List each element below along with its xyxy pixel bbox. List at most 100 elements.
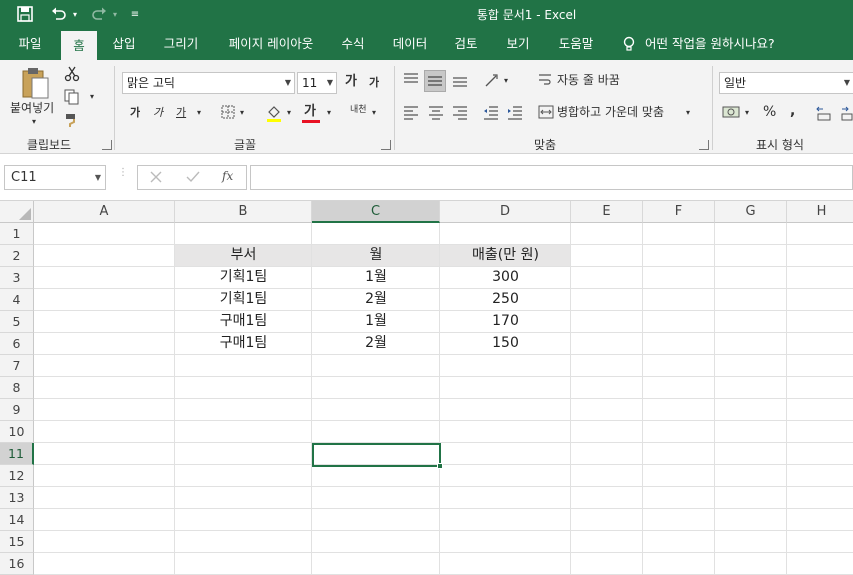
borders-dropdown-icon[interactable]: ▾ <box>240 109 244 117</box>
row-header-16[interactable]: 16 <box>0 553 34 575</box>
font-launcher-icon[interactable] <box>381 140 391 150</box>
cell-d6[interactable]: 150 <box>440 333 571 354</box>
row-header-9[interactable]: 9 <box>0 399 34 421</box>
select-all-corner[interactable] <box>0 201 34 223</box>
column-header-g[interactable]: G <box>715 201 787 223</box>
active-cell-c11[interactable] <box>312 443 441 467</box>
cell-b2[interactable]: 부서 <box>175 245 312 266</box>
name-box[interactable]: C11 ▼ <box>4 165 106 190</box>
align-bottom-icon[interactable] <box>452 72 468 88</box>
cell-d4[interactable]: 250 <box>440 289 571 310</box>
align-left-icon[interactable] <box>403 104 419 120</box>
format-painter-icon[interactable] <box>64 112 80 128</box>
cut-icon[interactable] <box>64 66 80 82</box>
copy-icon[interactable] <box>64 89 80 105</box>
accounting-format-icon[interactable] <box>722 104 740 120</box>
tell-me-search[interactable]: 어떤 작업을 원하시나요? <box>645 28 795 60</box>
grow-font-button[interactable]: 가 <box>345 75 357 88</box>
underline-button[interactable]: 가 <box>176 107 186 118</box>
decrease-indent-icon[interactable] <box>483 104 499 120</box>
decrease-decimal-icon[interactable] <box>840 104 853 122</box>
clipboard-launcher-icon[interactable] <box>102 140 112 150</box>
cell-d2[interactable]: 매출(만 원) <box>440 245 571 266</box>
merge-dropdown-icon[interactable]: ▾ <box>686 109 690 117</box>
row-header-13[interactable]: 13 <box>0 487 34 509</box>
cell-d5[interactable]: 170 <box>440 311 571 332</box>
cell-c5[interactable]: 1월 <box>312 311 440 332</box>
column-header-d[interactable]: D <box>440 201 571 223</box>
alignment-launcher-icon[interactable] <box>699 140 709 150</box>
shrink-font-button[interactable]: 가 <box>369 77 379 88</box>
row-header-4[interactable]: 4 <box>0 289 34 311</box>
row-header-8[interactable]: 8 <box>0 377 34 399</box>
fill-handle[interactable] <box>437 463 443 469</box>
paste-button[interactable]: 붙여넣기 <box>10 102 54 114</box>
italic-button[interactable]: 가 <box>153 107 163 118</box>
bold-button[interactable]: 가 <box>130 107 140 118</box>
cell-d3[interactable]: 300 <box>440 267 571 288</box>
font-color-dropdown-icon[interactable]: ▾ <box>327 109 331 117</box>
cell-c3[interactable]: 1월 <box>312 267 440 288</box>
wrap-text-button[interactable]: 자동 줄 바꿈 <box>557 74 620 86</box>
phonetic-guide-button[interactable]: 내천 <box>350 106 367 115</box>
tab-page-layout[interactable]: 페이지 레이아웃 <box>221 28 321 60</box>
row-header-5[interactable]: 5 <box>0 311 34 333</box>
cell-c4[interactable]: 2월 <box>312 289 440 310</box>
orientation-icon[interactable] <box>484 72 500 88</box>
row-header-10[interactable]: 10 <box>0 421 34 443</box>
tab-data[interactable]: 데이터 <box>386 28 434 60</box>
merge-center-button[interactable]: 병합하고 가운데 맞춤 <box>557 106 664 118</box>
tab-home[interactable]: 홈 <box>61 31 97 60</box>
column-header-e[interactable]: E <box>571 201 643 223</box>
tab-draw[interactable]: 그리기 <box>157 28 205 60</box>
increase-decimal-icon[interactable] <box>815 104 833 122</box>
increase-indent-icon[interactable] <box>507 104 523 120</box>
paste-icon[interactable] <box>20 66 52 100</box>
font-name-select[interactable]: 맑은 고딕 ▼ <box>122 72 295 94</box>
paste-dropdown-icon[interactable]: ▾ <box>32 118 36 126</box>
cell-b6[interactable]: 구매1팀 <box>175 333 312 354</box>
row-header-2[interactable]: 2 <box>0 245 34 267</box>
number-format-select[interactable]: 일반 ▼ <box>719 72 853 94</box>
orientation-dropdown-icon[interactable]: ▾ <box>504 77 508 85</box>
column-header-f[interactable]: F <box>643 201 715 223</box>
cell-b4[interactable]: 기획1팀 <box>175 289 312 310</box>
fill-color-dropdown-icon[interactable]: ▾ <box>287 109 291 117</box>
align-center-icon[interactable] <box>428 104 444 120</box>
align-top-icon[interactable] <box>403 72 419 88</box>
comma-button[interactable]: , <box>790 104 795 118</box>
row-header-11[interactable]: 11 <box>0 443 34 465</box>
phonetic-dropdown-icon[interactable]: ▾ <box>372 109 376 117</box>
insert-function-button[interactable]: fx <box>222 169 233 183</box>
tab-view[interactable]: 보기 <box>499 28 537 60</box>
font-color-button[interactable]: 가 <box>304 105 316 118</box>
fill-color-icon[interactable] <box>266 104 282 122</box>
splitter-handle[interactable]: ⋮ <box>118 168 128 183</box>
row-header-7[interactable]: 7 <box>0 355 34 377</box>
underline-dropdown-icon[interactable]: ▾ <box>197 109 201 117</box>
enter-check-icon[interactable] <box>186 171 200 183</box>
row-header-12[interactable]: 12 <box>0 465 34 487</box>
column-header-c[interactable]: C <box>312 201 440 223</box>
chevron-down-icon[interactable]: ▼ <box>95 166 101 189</box>
align-middle-icon[interactable] <box>424 70 446 92</box>
row-header-15[interactable]: 15 <box>0 531 34 553</box>
font-size-select[interactable]: 11 ▼ <box>297 72 337 94</box>
row-header-1[interactable]: 1 <box>0 223 34 245</box>
tab-file[interactable]: 파일 <box>8 28 52 60</box>
column-header-a[interactable]: A <box>34 201 175 223</box>
tab-review[interactable]: 검토 <box>447 28 485 60</box>
cell-c6[interactable]: 2월 <box>312 333 440 354</box>
column-header-b[interactable]: B <box>175 201 312 223</box>
tab-help[interactable]: 도움말 <box>551 28 601 60</box>
formula-input[interactable] <box>250 165 853 190</box>
cancel-icon[interactable] <box>150 171 162 183</box>
row-header-14[interactable]: 14 <box>0 509 34 531</box>
merge-center-icon[interactable] <box>538 104 554 120</box>
row-header-6[interactable]: 6 <box>0 333 34 355</box>
column-header-h[interactable]: H <box>787 201 853 223</box>
tab-formulas[interactable]: 수식 <box>334 28 372 60</box>
copy-dropdown-icon[interactable]: ▾ <box>90 93 94 101</box>
wrap-text-icon[interactable] <box>538 72 552 88</box>
row-header-3[interactable]: 3 <box>0 267 34 289</box>
